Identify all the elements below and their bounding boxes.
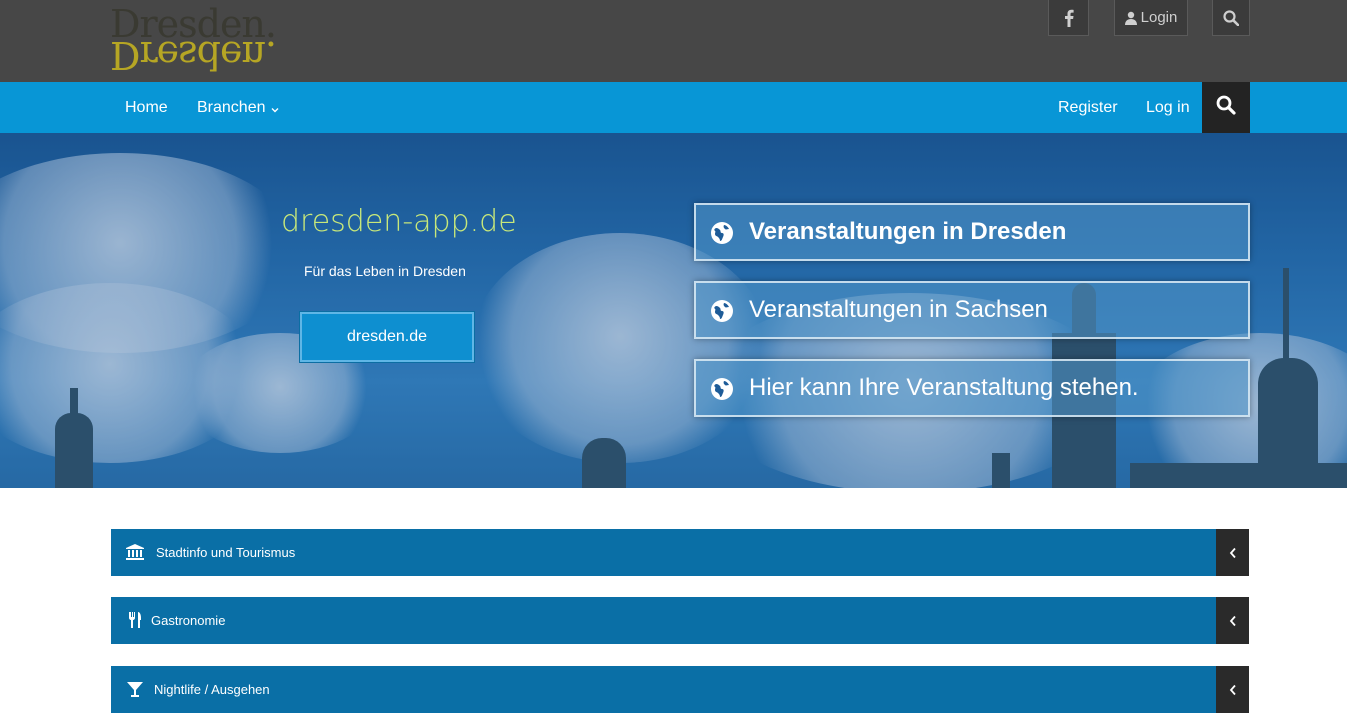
- cocktail-icon: [125, 679, 145, 699]
- chevron-left-icon[interactable]: [1216, 597, 1249, 644]
- login-button[interactable]: Login: [1114, 0, 1188, 36]
- nav-login[interactable]: Log in: [1146, 82, 1190, 133]
- nav-search-button[interactable]: [1202, 82, 1250, 133]
- nav-branchen-label: Branchen: [197, 98, 266, 116]
- event-label: Veranstaltungen in Dresden: [749, 218, 1067, 245]
- dresden-de-button[interactable]: dresden.de: [300, 312, 474, 362]
- user-icon: [1124, 11, 1137, 25]
- category-label: Stadtinfo und Tourismus: [156, 545, 296, 560]
- tower-silhouette: [1258, 358, 1318, 488]
- site-logo[interactable]: Dresden. Dresden.: [110, 0, 277, 82]
- hero-subtitle: Für das Leben in Dresden: [304, 263, 466, 279]
- tower-silhouette: [70, 388, 78, 418]
- nav-home[interactable]: Home: [125, 82, 168, 133]
- category-stadtinfo[interactable]: Stadtinfo und Tourismus: [111, 529, 1249, 576]
- hero-banner: dresden-app.de Für das Leben in Dresden …: [0, 133, 1347, 488]
- event-link-sachsen[interactable]: Veranstaltungen in Sachsen: [694, 281, 1250, 339]
- category-label: Nightlife / Ausgehen: [154, 682, 270, 697]
- nav-register[interactable]: Register: [1058, 82, 1118, 133]
- facebook-icon: [1064, 9, 1074, 27]
- top-bar: Dresden. Dresden. Login: [0, 0, 1347, 82]
- event-link-dresden[interactable]: Veranstaltungen in Dresden: [694, 203, 1250, 261]
- nav-branchen[interactable]: Branchen: [197, 82, 279, 133]
- search-icon: [1216, 95, 1236, 120]
- logo-reflection: Dresden.: [110, 33, 276, 77]
- event-label: Veranstaltungen in Sachsen: [749, 296, 1048, 323]
- top-search-button[interactable]: [1212, 0, 1250, 36]
- event-link-your-event[interactable]: Hier kann Ihre Veranstaltung stehen.: [694, 359, 1250, 417]
- facebook-button[interactable]: [1048, 0, 1089, 36]
- chevron-left-icon[interactable]: [1216, 529, 1249, 576]
- chevron-left-icon[interactable]: [1216, 666, 1249, 713]
- chevron-down-icon: [271, 100, 279, 118]
- search-icon: [1223, 9, 1239, 26]
- category-label: Gastronomie: [151, 613, 226, 628]
- tower-silhouette: [1283, 268, 1289, 368]
- institution-icon: [125, 542, 145, 562]
- tower-silhouette: [55, 413, 93, 488]
- main-navbar: Home Branchen Register Log in: [0, 82, 1347, 133]
- globe-icon: [710, 221, 734, 245]
- tower-silhouette: [582, 438, 626, 488]
- tower-silhouette: [992, 453, 1010, 488]
- globe-icon: [710, 299, 734, 323]
- cutlery-icon: [125, 610, 145, 630]
- login-label: Login: [1140, 9, 1178, 26]
- hero-title: dresden-app.de: [281, 204, 517, 239]
- globe-icon: [710, 377, 734, 401]
- event-label: Hier kann Ihre Veranstaltung stehen.: [749, 374, 1139, 401]
- category-gastronomie[interactable]: Gastronomie: [111, 597, 1249, 644]
- category-nightlife[interactable]: Nightlife / Ausgehen: [111, 666, 1249, 713]
